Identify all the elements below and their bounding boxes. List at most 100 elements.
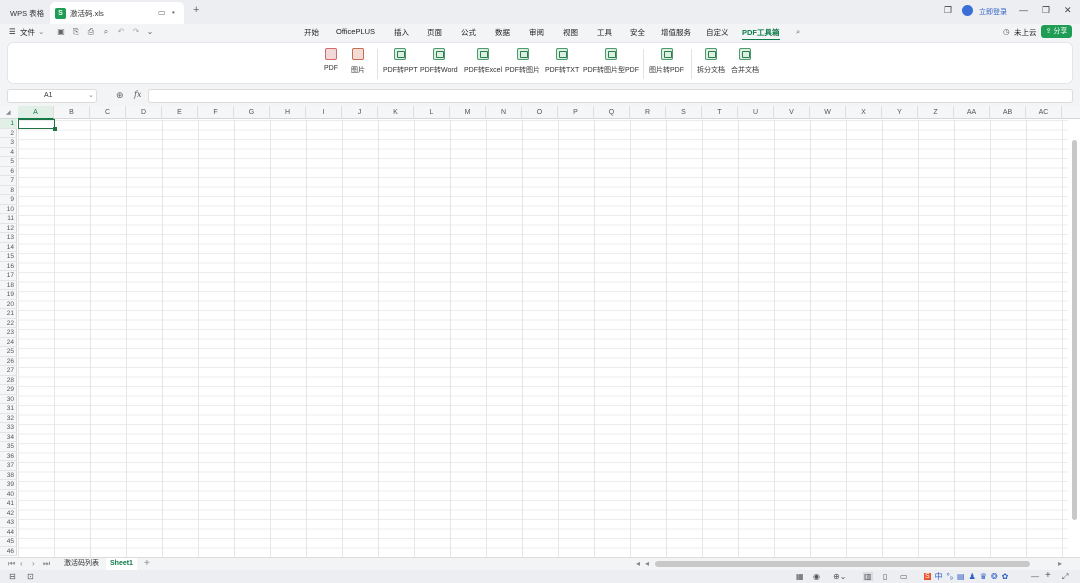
ribbon-merge-doc-button[interactable]: 合并文档 (731, 48, 759, 75)
row-header[interactable]: 13 (0, 233, 17, 243)
column-header[interactable]: V (774, 106, 810, 119)
row-header[interactable]: 19 (0, 290, 17, 300)
menu-data[interactable]: 数据 (495, 27, 510, 38)
column-header[interactable]: W (810, 106, 846, 119)
row-header[interactable]: 40 (0, 490, 17, 499)
macro-icon[interactable]: ⊡ (27, 572, 34, 581)
save-icon[interactable]: ▣ (56, 27, 66, 37)
row-header[interactable]: 3 (0, 138, 17, 148)
ribbon-split-doc-button[interactable]: 拆分文档 (697, 48, 725, 75)
first-sheet-icon[interactable]: ⏮ (8, 559, 15, 569)
row-header[interactable]: 2 (0, 129, 17, 138)
horizontal-scroll-thumb[interactable] (655, 561, 1030, 567)
more-chevron-icon[interactable]: ⌄ (145, 27, 155, 37)
menu-tools[interactable]: 工具 (597, 27, 612, 38)
column-header[interactable]: C (90, 106, 126, 119)
column-header[interactable]: T (702, 106, 738, 119)
zoom-in-icon[interactable]: + (1045, 570, 1051, 581)
row-header[interactable]: 23 (0, 328, 17, 338)
column-header[interactable]: E (162, 106, 198, 119)
row-header[interactable]: 31 (0, 404, 17, 414)
column-header[interactable]: U (738, 106, 774, 119)
fullscreen-icon[interactable]: ⤢ (1062, 572, 1068, 582)
zoom-out-icon[interactable]: — (1031, 572, 1039, 581)
redo-icon[interactable]: ↷ (131, 27, 141, 37)
row-header[interactable]: 7 (0, 176, 17, 186)
page-layout-icon[interactable]: ▯ (883, 572, 887, 581)
last-sheet-icon[interactable]: ⏭ (43, 559, 50, 569)
row-header[interactable]: 8 (0, 186, 17, 195)
select-all-corner[interactable]: ◢ (6, 109, 11, 116)
column-header[interactable]: Y (882, 106, 918, 119)
menu-customize[interactable]: 自定义 (706, 27, 729, 38)
preview-icon[interactable]: ⌕ (101, 27, 111, 37)
column-header[interactable]: X (846, 106, 882, 119)
menu-insert[interactable]: 插入 (394, 27, 409, 38)
zoom-icon[interactable]: ⊕ (116, 90, 124, 101)
scroll-right-icon[interactable]: ▸ (1058, 559, 1062, 568)
row-header[interactable]: 33 (0, 423, 17, 433)
column-header[interactable]: I (306, 106, 342, 119)
row-header[interactable]: 18 (0, 281, 17, 290)
ribbon-image-to-pdf-button[interactable]: 图片转PDF (649, 48, 684, 75)
row-header[interactable]: 15 (0, 252, 17, 262)
ime-settings-icon[interactable]: ✿ (1002, 572, 1009, 581)
row-header[interactable]: 35 (0, 442, 17, 452)
column-header[interactable]: AC (1026, 106, 1062, 119)
row-header[interactable]: 38 (0, 471, 17, 480)
chevron-down-icon[interactable]: ⌄ (38, 27, 44, 36)
menu-officeplus[interactable]: OfficePLUS (336, 27, 375, 36)
row-header[interactable]: 21 (0, 309, 17, 319)
ime-keyboard-icon[interactable]: ▤ (957, 572, 965, 581)
file-menu[interactable]: 文件 (20, 27, 35, 38)
normal-view-icon[interactable]: ▥ (863, 572, 873, 581)
row-header[interactable]: 1 (0, 119, 17, 129)
login-link[interactable]: 立即登录 (979, 7, 1007, 17)
row-header[interactable]: 10 (0, 205, 17, 214)
row-header[interactable]: 44 (0, 528, 17, 537)
menu-view[interactable]: 视图 (563, 27, 578, 38)
row-header[interactable]: 6 (0, 167, 17, 176)
ribbon-pdf-to-excel-button[interactable]: PDF转Excel (464, 48, 502, 75)
active-cell[interactable] (18, 119, 57, 131)
page-break-icon[interactable]: ▭ (900, 572, 908, 581)
menu-security[interactable]: 安全 (630, 27, 645, 38)
menu-pdf-toolbox[interactable]: PDF工具箱 (742, 27, 780, 40)
row-header[interactable]: 26 (0, 357, 17, 366)
column-header[interactable]: P (558, 106, 594, 119)
ribbon-pdf-to-ppt-button[interactable]: PDF转PPT (383, 48, 418, 75)
row-header[interactable]: 39 (0, 480, 17, 490)
row-header[interactable]: 27 (0, 366, 17, 376)
row-header[interactable]: 36 (0, 452, 17, 461)
vertical-scrollbar[interactable] (1071, 120, 1078, 546)
ime-logo-icon[interactable]: S (924, 573, 931, 580)
window-restore-icon[interactable]: ❐ (944, 5, 952, 16)
row-header[interactable]: 9 (0, 195, 17, 205)
ribbon-pdf-to-word-button[interactable]: PDF转Word (420, 48, 458, 75)
avatar-icon[interactable] (962, 5, 973, 16)
column-header[interactable]: O (522, 106, 558, 119)
row-header[interactable]: 32 (0, 414, 17, 423)
ime-tools-icon[interactable]: ❂ (991, 572, 998, 581)
row-header[interactable]: 22 (0, 319, 17, 328)
column-header[interactable]: A (18, 106, 54, 119)
row-header[interactable]: 34 (0, 433, 17, 442)
ime-skin-icon[interactable]: ♛ (980, 572, 987, 581)
next-sheet-icon[interactable]: › (32, 559, 35, 568)
menu-review[interactable]: 审阅 (529, 27, 544, 38)
name-box[interactable]: A1 ⌄ (7, 89, 97, 103)
row-header[interactable]: 24 (0, 338, 17, 347)
row-header[interactable]: 42 (0, 509, 17, 518)
ribbon-pdf-to-image-button[interactable]: PDF转图片 (505, 48, 540, 75)
ribbon-pdf-button[interactable]: PDF (324, 48, 338, 72)
cell-area[interactable] (18, 120, 1068, 557)
undo-icon[interactable]: ↶ (116, 27, 126, 37)
row-header[interactable]: 12 (0, 224, 17, 233)
column-header[interactable]: AA (954, 106, 990, 119)
cloud-status-icon[interactable]: ◷ (1003, 27, 1010, 36)
ribbon-image-button[interactable]: 图片 (351, 48, 365, 75)
column-header[interactable]: AB (990, 106, 1026, 119)
row-header[interactable]: 4 (0, 148, 17, 157)
tab-dot-icon[interactable]: • (172, 8, 175, 17)
table-view-icon[interactable]: ▦ (796, 572, 804, 581)
